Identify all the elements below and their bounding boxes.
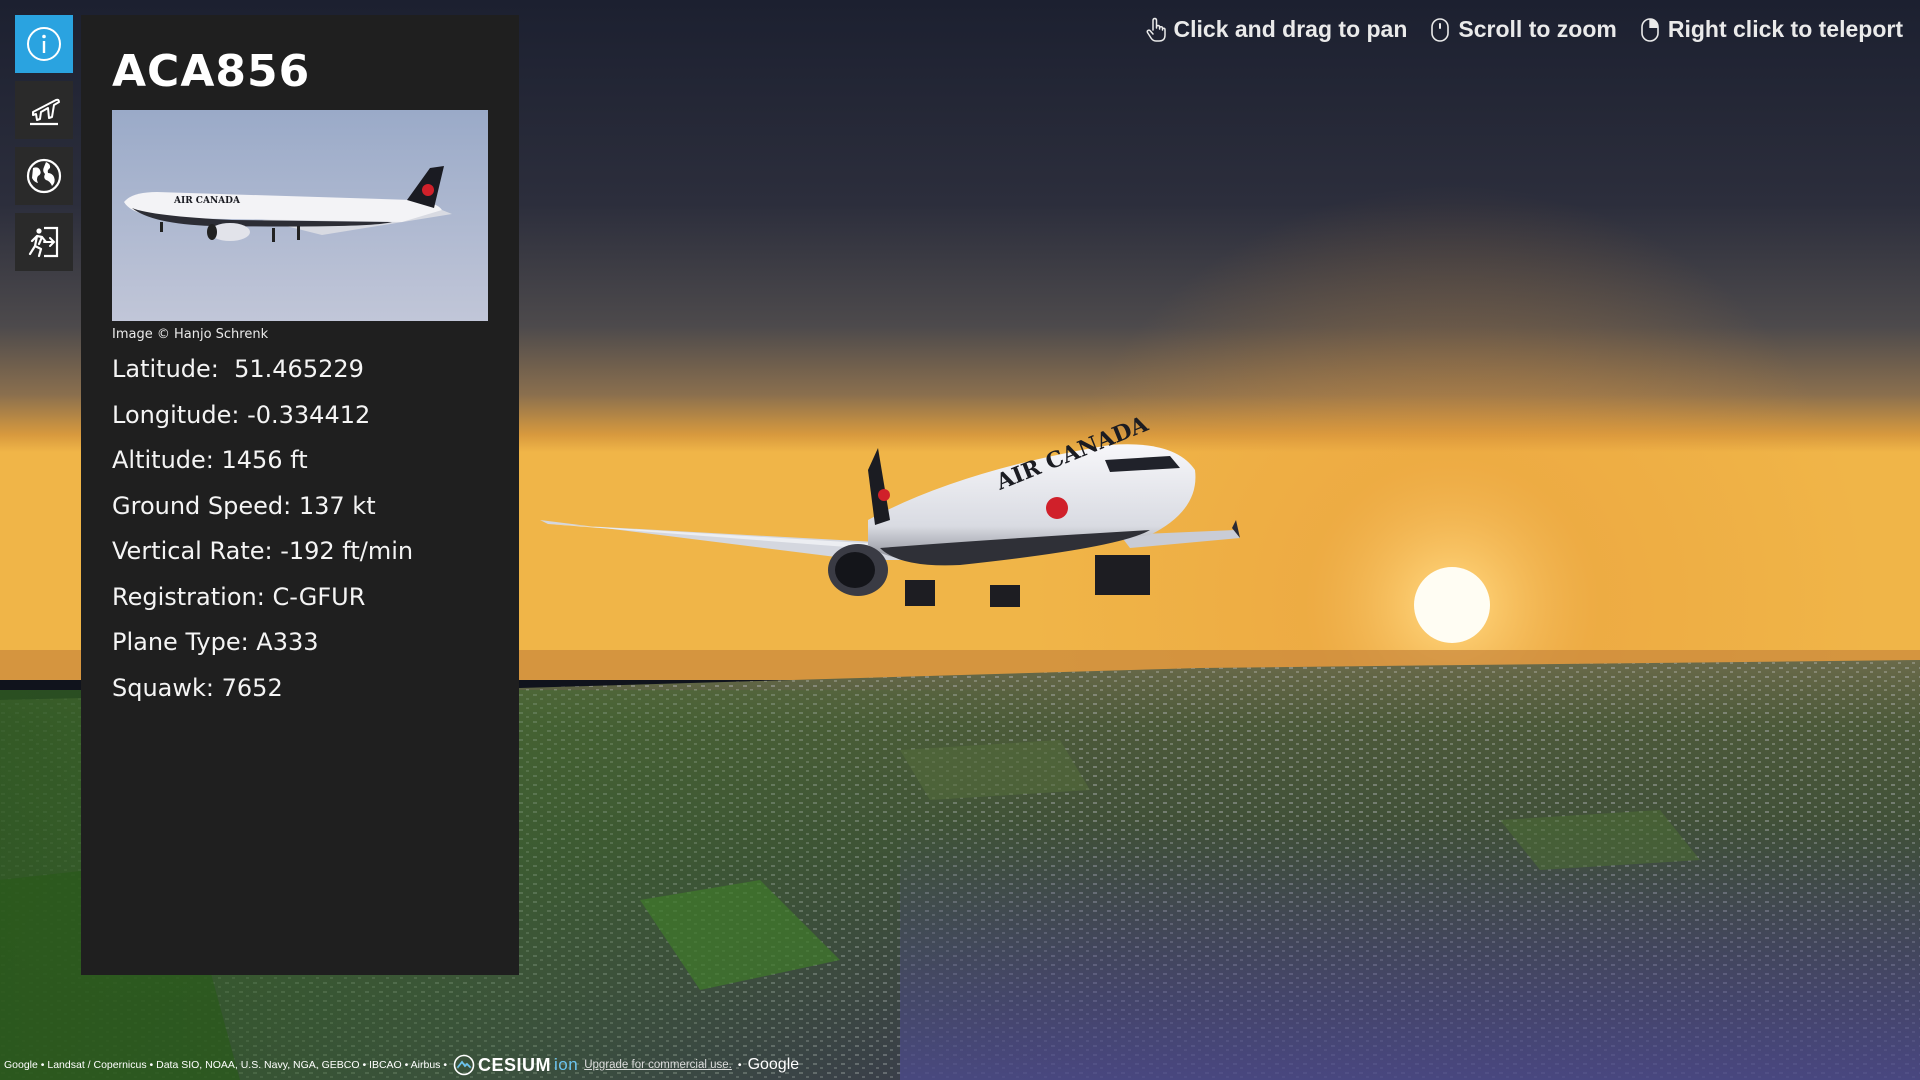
credit-bar: Google • Landsat / Copernicus • Data SIO… bbox=[4, 1054, 799, 1076]
ground-speed-field: Ground Speed: 137 kt bbox=[112, 491, 376, 520]
data-attribution: Google • Landsat / Copernicus • Data SIO… bbox=[4, 1059, 448, 1071]
google-logo: Google bbox=[747, 1056, 800, 1073]
zoom-hint: Scroll to zoom bbox=[1429, 16, 1617, 43]
mouse-scroll-icon bbox=[1431, 17, 1450, 42]
mouse-right-click-icon bbox=[1641, 17, 1659, 42]
left-toolbar bbox=[15, 15, 73, 271]
photo-credit: Image © Hanjo Schrenk bbox=[112, 327, 269, 342]
exit-button[interactable] bbox=[15, 213, 73, 271]
ion-wordmark: ion bbox=[554, 1055, 579, 1074]
photo-livery-text: AIR CANADA bbox=[173, 196, 241, 206]
airplane-landing-icon bbox=[30, 98, 60, 126]
credit-separator: • bbox=[737, 1059, 742, 1071]
pan-hint: Click and drag to pan bbox=[1145, 16, 1408, 43]
teleport-hint: Right click to teleport bbox=[1639, 16, 1903, 43]
sun bbox=[1414, 567, 1490, 643]
globe-button[interactable] bbox=[15, 147, 73, 205]
pan-hint-label: Click and drag to pan bbox=[1173, 16, 1408, 42]
vertical-rate-field: Vertical Rate: -192 ft/min bbox=[112, 537, 414, 565]
cesium-wordmark: CESIUM bbox=[478, 1054, 552, 1075]
longitude-field: Longitude: -0.334412 bbox=[112, 400, 371, 429]
latitude-field: Latitude: 51.465229 bbox=[112, 355, 364, 383]
cesium-icon bbox=[453, 1054, 475, 1076]
aircraft-photo: AIR CANADA bbox=[112, 110, 488, 321]
flight-button[interactable] bbox=[15, 81, 73, 139]
cesium-ion-logo[interactable]: CESIUM ion bbox=[453, 1054, 578, 1076]
teleport-hint-label: Right click to teleport bbox=[1667, 16, 1903, 42]
registration-field: Registration: C-GFUR bbox=[112, 582, 366, 611]
plane-type-field: Plane Type: A333 bbox=[112, 628, 319, 656]
zoom-hint-label: Scroll to zoom bbox=[1458, 16, 1617, 42]
squawk-field: Squawk: 7652 bbox=[112, 673, 283, 702]
info-button[interactable] bbox=[15, 15, 73, 73]
hand-pointer-icon bbox=[1146, 17, 1166, 42]
globe-icon bbox=[26, 158, 62, 194]
upgrade-link[interactable]: Upgrade for commercial use. bbox=[584, 1059, 732, 1071]
flight-callsign: ACA856 bbox=[112, 46, 311, 97]
flight-info-panel: ACA856 AIR CANADA Image © Hanjo Schrenk … bbox=[81, 15, 519, 975]
exit-run-icon bbox=[28, 226, 59, 258]
altitude-field: Altitude: 1456 ft bbox=[112, 446, 308, 474]
controls-hint-bar: Click and drag to pan Scroll to zoom Rig… bbox=[1145, 16, 1903, 43]
info-icon bbox=[27, 27, 61, 61]
